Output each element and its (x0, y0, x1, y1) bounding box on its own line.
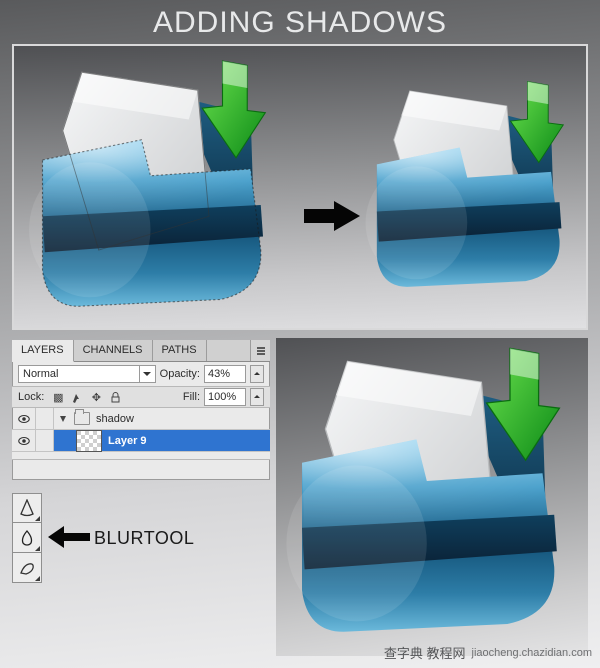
watermark-url: jiaocheng.chazidian.com (472, 647, 592, 659)
blur-tool-icon[interactable] (12, 523, 42, 553)
opacity-stepper[interactable] (250, 365, 264, 383)
layers-panel: LAYERS CHANNELS PATHS Normal Opacity: 43… (12, 340, 270, 480)
disclosure-icon[interactable] (58, 414, 68, 424)
folder-after (358, 74, 584, 300)
panel-menu-icon[interactable] (250, 340, 270, 361)
panel-tabs: LAYERS CHANNELS PATHS (12, 340, 270, 362)
fill-stepper[interactable] (250, 388, 264, 406)
opacity-input[interactable]: 43% (204, 365, 246, 383)
lock-transparency-icon[interactable]: ▩ (50, 389, 66, 405)
layer-tree: shadow Layer 9 (12, 408, 270, 460)
opacity-label: Opacity: (160, 368, 200, 380)
chevron-down-icon (139, 366, 155, 382)
folder-before (20, 52, 290, 322)
tool-strip (12, 493, 42, 583)
lock-position-icon[interactable]: ✥ (88, 389, 104, 405)
group-name: shadow (96, 413, 134, 425)
fill-input[interactable]: 100% (204, 388, 246, 406)
tab-channels[interactable]: CHANNELS (74, 340, 153, 361)
tab-paths[interactable]: PATHS (153, 340, 207, 361)
blur-tool-label: BLURTOOL (94, 528, 194, 549)
visibility-toggle[interactable] (12, 430, 36, 451)
lock-icons: ▩ ✥ (50, 389, 123, 405)
arrow-right-icon (304, 201, 360, 231)
arrow-left-icon (48, 525, 90, 549)
page-title: ADDING SHADOWS (0, 0, 600, 42)
visibility-toggle[interactable] (12, 408, 36, 429)
blend-mode-value: Normal (23, 368, 58, 380)
layer-thumbnail (76, 430, 102, 452)
layer-row-selected[interactable]: Layer 9 (12, 430, 270, 452)
comparison-panel (12, 44, 588, 330)
lock-image-icon[interactable] (69, 389, 85, 405)
blend-mode-select[interactable]: Normal (18, 365, 156, 383)
lock-all-icon[interactable] (107, 389, 123, 405)
watermark-cn: 查字典 教程网 (384, 643, 466, 662)
layer-name: Layer 9 (108, 435, 147, 447)
tab-layers[interactable]: LAYERS (12, 340, 74, 362)
smudge-tool-icon[interactable] (12, 553, 42, 583)
folder-icon (74, 412, 90, 425)
result-preview (276, 338, 588, 656)
watermark: 查字典 教程网 jiaocheng.chazidian.com (384, 643, 592, 662)
group-row[interactable]: shadow (12, 408, 270, 430)
lock-label: Lock: (18, 391, 44, 403)
sharpen-tool-icon[interactable] (12, 493, 42, 523)
fill-label: Fill: (183, 391, 200, 403)
